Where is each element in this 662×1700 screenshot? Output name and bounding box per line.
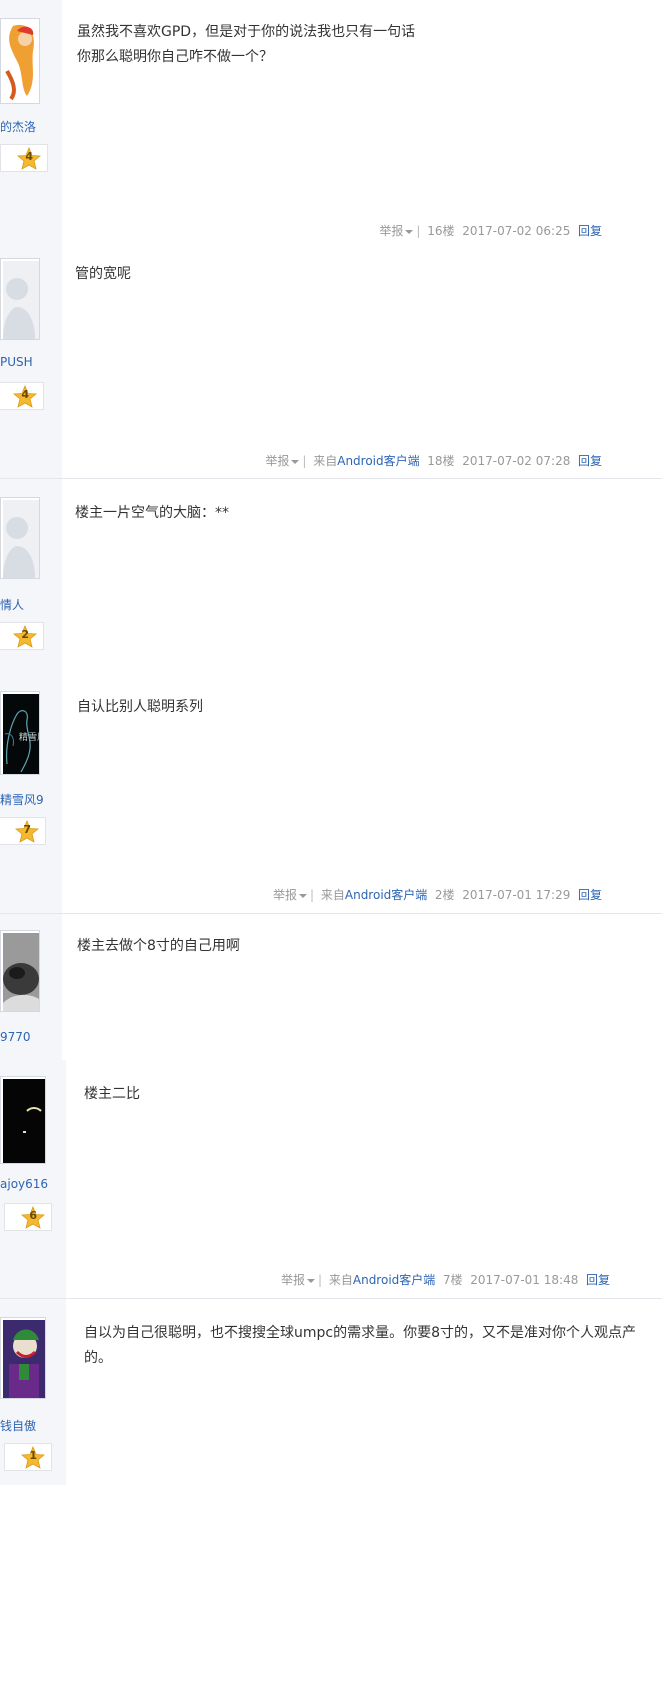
post-7: ajoy616 6 楼主二比 举报 | 来自Android客户端 7楼 2017-…	[0, 1060, 662, 1298]
level-number: 6	[29, 1209, 37, 1222]
avatar-image	[3, 1079, 45, 1163]
post-time: 2017-07-02 07:28	[462, 454, 571, 468]
post-content: 虽然我不喜欢GPD，但是对于你的说法我也只有一句话 你那么聪明你自己咋不做一个？	[77, 20, 637, 70]
username-link[interactable]: 9770	[0, 1030, 31, 1044]
level-number: 4	[21, 388, 29, 401]
dropdown-caret-icon	[405, 229, 414, 234]
username-link[interactable]: 精雪风9	[0, 791, 44, 808]
post-content: 楼主一片空气的大脑：**	[75, 501, 635, 526]
report-button[interactable]: 举报	[281, 1273, 315, 1287]
default-avatar-icon	[3, 500, 39, 578]
content-line: 自认比别人聪明系列	[77, 699, 203, 715]
content-line: 虽然我不喜欢GPD，但是对于你的说法我也只有一句话	[77, 24, 416, 40]
dropdown-caret-icon	[291, 459, 300, 464]
floor-number: 16楼	[427, 224, 455, 238]
report-button[interactable]: 举报	[273, 888, 307, 902]
post-meta: 举报 | 来自Android客户端 7楼 2017-07-01 18:48 回复	[281, 1271, 610, 1288]
post-time: 2017-07-02 06:25	[462, 224, 571, 238]
post-time: 2017-07-01 17:29	[462, 888, 571, 902]
source-prefix: 来自	[313, 454, 338, 468]
level-badge: 4	[0, 144, 48, 172]
client-source-link[interactable]: Android客户端	[353, 1273, 435, 1287]
level-number: 1	[29, 1449, 37, 1462]
reply-button[interactable]: 回复	[578, 454, 602, 468]
dropdown-caret-icon	[298, 893, 307, 898]
post-5: 9770 楼主去做个8寸的自己用啊	[0, 914, 662, 1060]
avatar-image	[3, 933, 39, 1011]
username-link[interactable]: 钱自傲	[0, 1417, 36, 1434]
report-label: 举报	[265, 454, 290, 468]
post-16: 的杰洛 4 虽然我不喜欢GPD，但是对于你的说法我也只有一句话 你那么聪明你自己…	[0, 0, 662, 250]
post-7b: 钱自傲 1 自以为自己很聪明，也不搜搜全球umpc的需求量。你要8寸的，又不是准…	[0, 1299, 662, 1485]
report-label: 举报	[272, 888, 297, 902]
level-badge: 2	[0, 622, 44, 650]
username-link[interactable]: 的杰洛	[0, 118, 36, 135]
post-content: 楼主二比	[84, 1082, 634, 1107]
post-meta: 举报 | 来自Android客户端 2楼 2017-07-01 17:29 回复	[273, 886, 602, 903]
content-line: 楼主二比	[84, 1086, 140, 1102]
post-3: 情人 2 楼主一片空气的大脑：**	[0, 479, 662, 675]
post-content: 自以为自己很聪明，也不搜搜全球umpc的需求量。你要8寸的，又不是准对你个人观点…	[84, 1321, 644, 1371]
reply-button[interactable]: 回复	[578, 224, 602, 238]
separator: |	[317, 1273, 323, 1287]
avatar[interactable]	[0, 930, 40, 1012]
report-button[interactable]: 举报	[379, 224, 414, 238]
level-number: 4	[25, 150, 33, 163]
client-source-link[interactable]: Android客户端	[345, 888, 427, 902]
report-label: 举报	[379, 224, 404, 238]
post-2: 精雪風 精雪风9 7 自认比别人聪明系列 举报 | 来自Android客户端 2楼…	[0, 675, 662, 913]
post-meta: 举报 | 16楼 2017-07-02 06:25 回复	[379, 222, 602, 239]
reply-button[interactable]: 回复	[586, 1273, 610, 1287]
avatar[interactable]	[0, 497, 40, 579]
content-line: 的。	[84, 1350, 112, 1366]
level-number: 7	[23, 823, 31, 836]
content-line: 楼主一片空气的大脑：**	[75, 505, 229, 521]
content-line: 管的宽呢	[75, 266, 131, 282]
post-time: 2017-07-01 18:48	[470, 1273, 579, 1287]
avatar-image: 精雪風	[3, 694, 39, 774]
username-link[interactable]: 情人	[0, 596, 24, 613]
default-avatar-icon	[3, 261, 39, 339]
avatar-image	[3, 21, 39, 101]
content-line: 楼主去做个8寸的自己用啊	[77, 938, 240, 954]
level-number: 2	[21, 628, 29, 641]
post-content: 楼主去做个8寸的自己用啊	[77, 934, 637, 959]
post-content: 管的宽呢	[75, 262, 635, 287]
post-content: 自认比别人聪明系列	[77, 695, 637, 720]
source-prefix: 来自	[328, 1273, 353, 1287]
level-badge: 4	[0, 382, 44, 410]
floor-number: 18楼	[427, 454, 455, 468]
report-label: 举报	[280, 1273, 305, 1287]
avatar[interactable]	[0, 18, 40, 104]
source-prefix: 来自	[320, 888, 345, 902]
content-line: 自以为自己很聪明，也不搜搜全球umpc的需求量。你要8寸的，又不是准对你个人观点…	[84, 1325, 636, 1341]
avatar-text: 精雪風	[19, 731, 39, 743]
level-badge: 1	[4, 1443, 52, 1471]
reply-button[interactable]: 回复	[578, 888, 602, 902]
thread-page: 的杰洛 4 虽然我不喜欢GPD，但是对于你的说法我也只有一句话 你那么聪明你自己…	[0, 0, 662, 1700]
separator: |	[302, 454, 307, 468]
content-line: 你那么聪明你自己咋不做一个？	[77, 49, 273, 65]
report-button[interactable]: 举报	[265, 454, 300, 468]
avatar[interactable]	[0, 258, 40, 340]
avatar[interactable]: 精雪風	[0, 691, 40, 775]
avatar-image	[3, 1320, 45, 1398]
username-link[interactable]: ajoy616	[0, 1177, 48, 1191]
separator: |	[416, 224, 421, 238]
dropdown-caret-icon	[306, 1278, 315, 1283]
level-badge: 7	[0, 817, 46, 845]
floor-number: 7楼	[442, 1273, 463, 1287]
post-meta: 举报 | 来自Android客户端 18楼 2017-07-02 07:28 回复	[265, 452, 602, 469]
client-source-link[interactable]: Android客户端	[337, 454, 419, 468]
post-18: PUSH 4 管的宽呢 举报 | 来自Android客户端 18楼 2017-07…	[0, 250, 662, 478]
separator: |	[309, 888, 315, 902]
username-link[interactable]: PUSH	[0, 355, 33, 369]
avatar[interactable]	[0, 1076, 46, 1164]
floor-number: 2楼	[434, 888, 455, 902]
avatar[interactable]	[0, 1317, 46, 1399]
level-badge: 6	[4, 1203, 52, 1231]
